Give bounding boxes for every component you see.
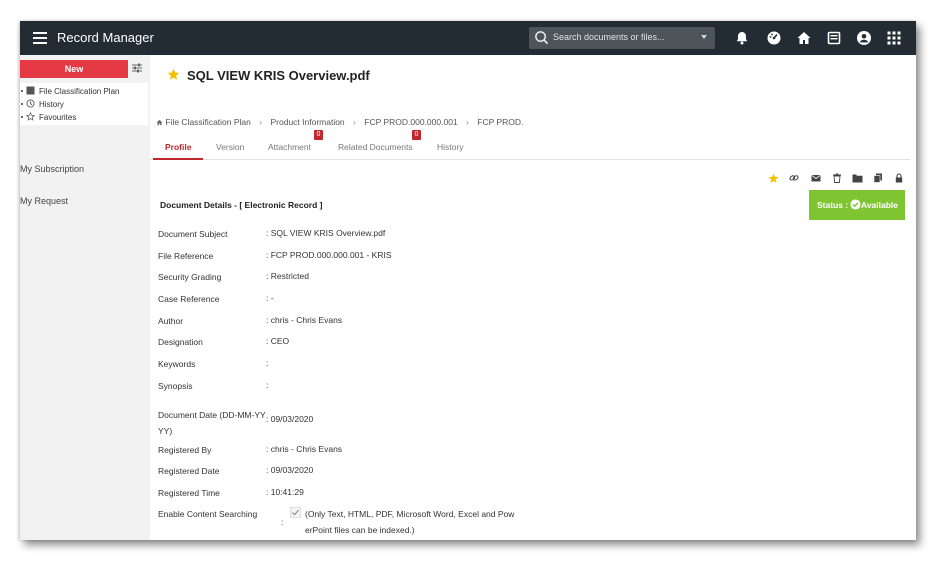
- field-label-file-reference: File Reference: [158, 251, 214, 261]
- sidebar: New File Classification Plan History Fav…: [20, 55, 148, 540]
- star-outline-icon: [26, 112, 35, 121]
- tab-bar: Profile Version Attachment 0 Related Doc…: [150, 130, 910, 160]
- field-label-author: Author: [158, 316, 184, 326]
- tab-version[interactable]: Version: [216, 142, 244, 152]
- field-value-file-reference: : FCP PROD.000.000.001 - KRIS: [266, 250, 392, 260]
- history-icon: [26, 99, 35, 108]
- bell-icon[interactable]: [734, 30, 750, 46]
- document-title: SQL VIEW KRIS Overview.pdf: [187, 68, 370, 83]
- chevron-right-icon: ›: [259, 117, 263, 127]
- mail-icon[interactable]: [811, 173, 821, 183]
- field-value-registered-by: : chris - Chris Evans: [266, 444, 343, 454]
- field-value-document-date: : 09/03/2020: [266, 414, 314, 424]
- top-bar: Record Manager Search documents or files…: [20, 21, 916, 55]
- dashboard-icon[interactable]: [766, 30, 782, 46]
- inbox-icon[interactable]: [826, 30, 842, 46]
- folder-open-icon[interactable]: [852, 173, 863, 183]
- bullet-icon: [21, 90, 23, 92]
- search-input[interactable]: Search documents or files...: [529, 27, 715, 49]
- tab-history[interactable]: History: [437, 142, 463, 152]
- breadcrumb-item[interactable]: FCP PROD.000.000.001: [364, 117, 457, 127]
- star-icon[interactable]: [768, 173, 779, 184]
- content-search-checkbox[interactable]: [290, 507, 301, 518]
- field-value-registered-time: : 10:41:29: [266, 487, 304, 497]
- chevron-right-icon: ›: [466, 117, 469, 127]
- field-label-keywords: Keywords: [158, 359, 196, 369]
- trash-icon[interactable]: [832, 173, 842, 183]
- field-value-case-reference: : -: [266, 293, 274, 303]
- chevron-down-icon[interactable]: [701, 35, 707, 39]
- active-tab-indicator: [153, 158, 203, 160]
- field-label-registered-by: Registered By: [158, 445, 212, 455]
- copy-icon[interactable]: [873, 173, 883, 183]
- tree-item-label: Favourites: [39, 113, 77, 122]
- field-value-author: : chris - Chris Evans: [266, 315, 343, 325]
- tab-label: Attachment: [268, 142, 311, 152]
- field-label-designation: Designation: [158, 337, 203, 347]
- tab-attachment[interactable]: Attachment 0: [268, 130, 323, 152]
- main-panel: SQL VIEW KRIS Overview.pdf File Classifi…: [150, 55, 916, 540]
- tree-item-label: History: [39, 100, 64, 109]
- breadcrumb-item[interactable]: Product Information: [270, 117, 344, 127]
- user-icon[interactable]: [856, 30, 872, 46]
- home-icon[interactable]: [796, 30, 812, 46]
- search-placeholder: Search documents or files...: [553, 32, 665, 42]
- field-label-document-date: Document Date (DD-MM-YYYY): [158, 410, 266, 436]
- tree-item-label: File Classification Plan: [39, 87, 120, 96]
- status-badge: Status : Available: [809, 190, 905, 220]
- status-value: Available: [861, 200, 899, 210]
- bullet-icon: [21, 103, 23, 105]
- folder-icon: [26, 86, 35, 95]
- my-request-link[interactable]: My Request: [20, 196, 68, 206]
- field-label-security-grading: Security Grading: [158, 272, 222, 282]
- field-value-designation: : CEO: [266, 336, 290, 346]
- lock-icon[interactable]: [894, 173, 904, 183]
- breadcrumb-item[interactable]: FCP PROD.: [477, 117, 523, 127]
- field-label-registered-time: Registered Time: [158, 488, 220, 498]
- field-label-document-subject: Document Subject: [158, 229, 228, 239]
- field-value-security-grading: : Restricted: [266, 271, 309, 281]
- app-window: Record Manager Search documents or files…: [20, 21, 916, 540]
- favourite-star-icon[interactable]: [167, 68, 180, 81]
- related-documents-count-badge: 0: [412, 130, 421, 140]
- tab-profile[interactable]: Profile: [165, 142, 191, 152]
- my-subscription-link[interactable]: My Subscription: [20, 164, 84, 174]
- menu-icon[interactable]: [33, 32, 47, 44]
- content-search-note: (Only Text, HTML, PDF, Microsoft Word, E…: [305, 509, 515, 535]
- breadcrumb-item[interactable]: File Classification Plan: [165, 117, 251, 127]
- field-value-enable-content-searching: :: [281, 517, 284, 527]
- field-label-registered-date: Registered Date: [158, 466, 220, 476]
- tab-related-documents[interactable]: Related Documents 0: [338, 130, 421, 152]
- filter-settings-icon[interactable]: [132, 63, 142, 73]
- check-circle-icon: [850, 199, 861, 210]
- status-label: Status :: [817, 200, 849, 210]
- field-value-keywords: :: [266, 358, 269, 368]
- breadcrumb: File Classification Plan › Product Infor…: [156, 117, 523, 127]
- field-label-case-reference: Case Reference: [158, 294, 220, 304]
- attachment-count-badge: 0: [314, 130, 323, 140]
- search-icon: [535, 31, 549, 45]
- chevron-right-icon: ›: [353, 117, 356, 127]
- field-value-synopsis: :: [266, 380, 269, 390]
- home-icon[interactable]: [156, 119, 163, 126]
- new-button[interactable]: New: [20, 60, 128, 78]
- tab-label: Related Documents: [338, 142, 413, 152]
- field-label-enable-content-searching: Enable Content Searching: [158, 509, 258, 519]
- app-title: Record Manager: [57, 30, 154, 45]
- section-title: Document Details - [ Electronic Record ]: [160, 200, 323, 210]
- apps-grid-icon[interactable]: [886, 30, 902, 46]
- tree-panel: File Classification Plan History Favouri…: [20, 83, 148, 125]
- field-value-registered-date: : 09/03/2020: [266, 465, 314, 475]
- bullet-icon: [21, 116, 23, 118]
- field-value-document-subject: : SQL VIEW KRIS Overview.pdf: [266, 228, 386, 238]
- field-label-synopsis: Synopsis: [158, 381, 193, 391]
- link-icon[interactable]: [789, 173, 799, 183]
